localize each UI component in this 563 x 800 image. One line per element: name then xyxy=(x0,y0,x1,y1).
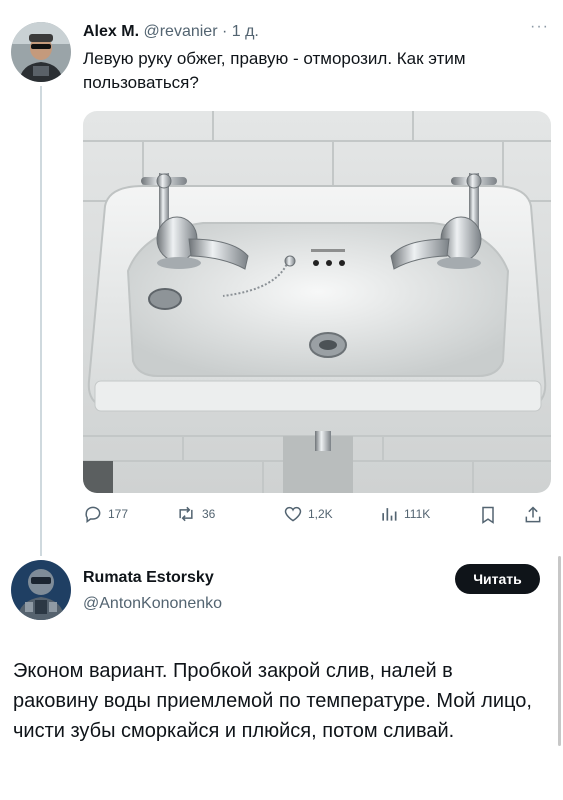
share-icon xyxy=(523,504,543,526)
avatar-rumata[interactable] xyxy=(11,560,71,620)
retweet-button[interactable]: 36 xyxy=(175,504,215,524)
views-count: 111K xyxy=(404,507,431,521)
like-button[interactable]: 1,2K xyxy=(283,504,333,524)
scrollbar[interactable] xyxy=(558,556,561,746)
author-name[interactable]: Rumata Estorsky xyxy=(83,569,214,587)
views-icon xyxy=(379,504,399,524)
avatar-alex[interactable] xyxy=(11,22,71,82)
like-icon xyxy=(283,504,303,524)
tweet-text: Левую руку обжег, правую - отморозил. Ка… xyxy=(83,49,466,92)
share-button[interactable] xyxy=(523,504,543,526)
bookmark-button[interactable] xyxy=(478,504,498,526)
tweet-photo-sink[interactable] xyxy=(83,111,551,493)
tweet-action-bar: 177 36 1,2K 111K xyxy=(83,504,548,530)
retweet-icon xyxy=(175,504,197,524)
reply-icon xyxy=(83,504,103,524)
thread-connector-line xyxy=(40,86,42,556)
author-handle[interactable]: @revanier xyxy=(143,23,217,40)
follow-button[interactable]: Читать xyxy=(455,564,540,594)
views-button[interactable]: 111K xyxy=(379,504,430,524)
retweet-count: 36 xyxy=(202,507,216,521)
author-name[interactable]: Alex M. xyxy=(83,23,139,40)
more-icon[interactable]: ··· xyxy=(530,18,549,36)
tweet-text: Эконом вариант. Пробкой закрой слив, нал… xyxy=(13,660,532,742)
tweet-header: Alex M. @revanier · 1 д. xyxy=(83,23,259,41)
tweet-time[interactable]: 1 д. xyxy=(232,23,259,40)
like-count: 1,2K xyxy=(308,507,333,521)
bookmark-icon xyxy=(478,504,498,526)
reply-count: 177 xyxy=(108,507,129,521)
author-handle[interactable]: @AntonKononenko xyxy=(83,595,222,613)
header-separator: · xyxy=(221,23,228,40)
reply-button[interactable]: 177 xyxy=(83,504,128,524)
